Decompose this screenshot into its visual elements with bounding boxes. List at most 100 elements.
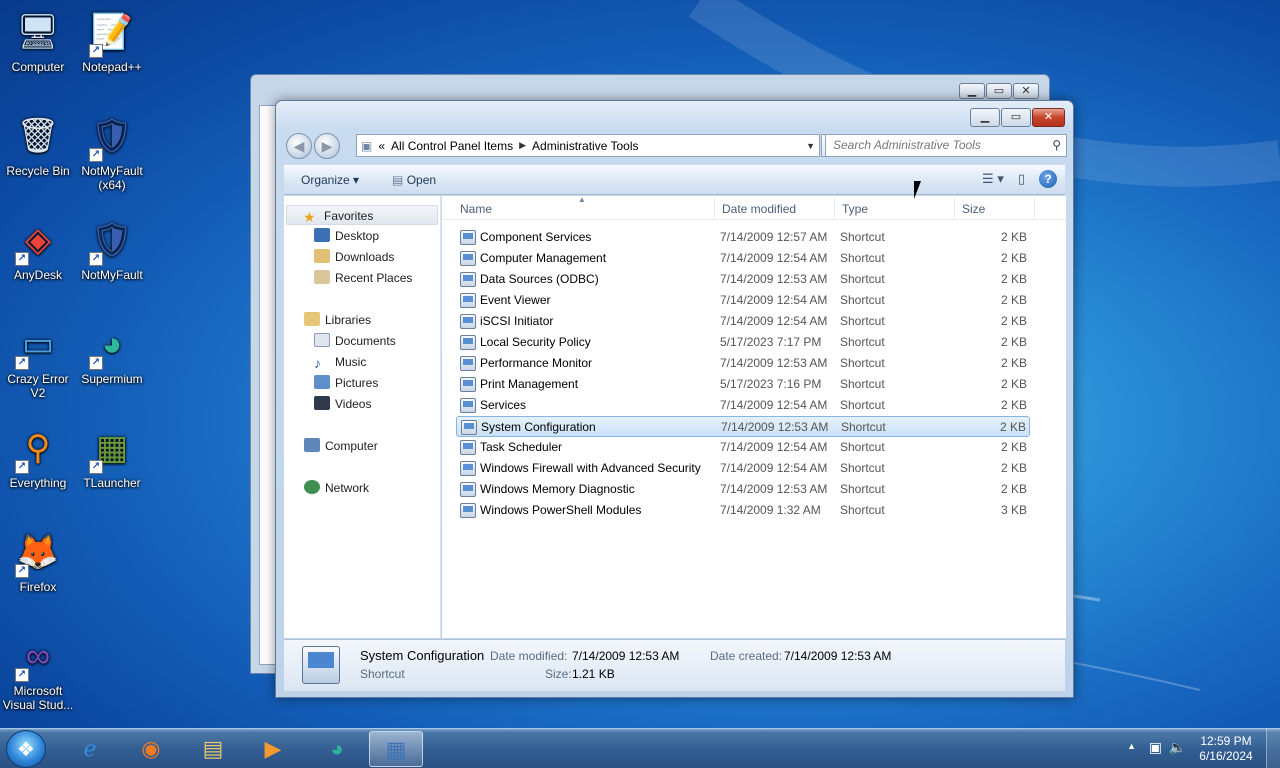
desktop-icon-computer[interactable]: 🖥 Computer xyxy=(0,8,76,74)
desktop-icon-notmyfault-x64[interactable]: 🛡 ↗ NotMyFault (x64) xyxy=(74,112,150,192)
start-button[interactable] xyxy=(6,730,46,768)
column-divider[interactable] xyxy=(954,198,955,218)
file-size: 2 KB xyxy=(1000,251,1027,265)
table-row[interactable]: Performance Monitor 7/14/2009 12:53 AM Sho… xyxy=(456,353,1030,374)
internet-explorer-icon[interactable]: ℯ xyxy=(63,731,117,767)
clock[interactable]: 12:59 PM 6/16/2024 xyxy=(1196,734,1256,764)
nav-libraries[interactable]: Libraries xyxy=(304,310,371,330)
file-type: Shortcut xyxy=(840,503,885,517)
desktop-icon-label: NotMyFault xyxy=(81,268,143,282)
recent-places-icon xyxy=(314,270,330,284)
libraries-icon xyxy=(304,312,320,326)
address-row: ◀ ▶ ▣ « All Control Panel Items ▶ Admini… xyxy=(284,133,1067,159)
search-input[interactable]: Search Administrative Tools ⚲ xyxy=(825,134,1067,157)
table-row[interactable]: System Configuration 7/14/2009 12:53 AM Sh… xyxy=(456,416,1030,437)
address-bar[interactable]: ▣ « All Control Panel Items ▶ Administra… xyxy=(356,134,820,157)
shortcut-image-icon: ⚲ ↗ xyxy=(13,424,63,474)
table-row[interactable]: Task Scheduler 7/14/2009 12:54 AM Shortcut… xyxy=(456,437,1030,458)
table-row[interactable]: Component Services 7/14/2009 12:57 AM Shor… xyxy=(456,227,1030,248)
address-dropdown-icon[interactable]: ▼ xyxy=(806,141,815,151)
minimize-button[interactable]: ▁ xyxy=(970,108,1000,127)
desktop-icon-recycle-bin[interactable]: 🗑 Recycle Bin xyxy=(0,112,76,178)
shortcut-arrow-icon: ↗ xyxy=(89,356,103,370)
column-divider[interactable] xyxy=(714,198,715,218)
preview-pane-icon[interactable]: ▯ xyxy=(1018,171,1025,187)
address-overflow-chevron[interactable]: « xyxy=(378,139,385,153)
table-row[interactable]: Computer Management 7/14/2009 12:54 AM Sho… xyxy=(456,248,1030,269)
desktop-icon-firefox[interactable]: 🦊 ↗ Firefox xyxy=(0,528,76,594)
desktop-icon-everything[interactable]: ⚲ ↗ Everything xyxy=(0,424,76,490)
computer-icon xyxy=(304,438,320,452)
back-button[interactable]: ◀ xyxy=(286,133,312,159)
desktop-icon-supermium[interactable]: ◕ ↗ Supermium xyxy=(74,320,150,386)
column-date-modified[interactable]: Date modified xyxy=(722,202,796,216)
firefox-icon[interactable]: ◉ xyxy=(124,731,178,767)
minimize-icon[interactable]: ▁ xyxy=(959,83,985,99)
network-tray-icon[interactable]: ▣ xyxy=(1149,739,1162,756)
sort-ascending-icon: ▲ xyxy=(578,195,586,204)
column-size[interactable]: Size xyxy=(962,202,985,216)
nav-documents[interactable]: Documents xyxy=(314,331,396,351)
forward-button[interactable]: ▶ xyxy=(314,133,340,159)
taskbar: ℯ ◉ ▤ ▶ ◕ ▦ ▲ ▣ 🔈 12:59 PM 6/16/2024 xyxy=(0,728,1280,768)
breadcrumb-control-panel[interactable]: All Control Panel Items xyxy=(391,139,513,153)
nav-downloads[interactable]: Downloads xyxy=(314,247,394,267)
file-name: iSCSI Initiator xyxy=(480,314,554,328)
search-icon[interactable]: ⚲ xyxy=(1052,135,1061,156)
table-row[interactable]: Local Security Policy 5/17/2023 7:17 PM Sh… xyxy=(456,332,1030,353)
control-panel-icon[interactable]: ▦ xyxy=(369,731,423,767)
show-desktop-button[interactable] xyxy=(1266,729,1280,768)
table-row[interactable]: Event Viewer 7/14/2009 12:54 AM Shortcut 2 … xyxy=(456,290,1030,311)
media-player-icon[interactable]: ▶ xyxy=(246,731,300,767)
nav-desktop[interactable]: Desktop xyxy=(314,226,379,246)
nav-network[interactable]: Network xyxy=(304,478,369,498)
table-row[interactable]: Data Sources (ODBC) 7/14/2009 12:53 AM Sho… xyxy=(456,269,1030,290)
details-size-label: Size: xyxy=(545,667,572,681)
help-icon[interactable]: ? xyxy=(1039,170,1057,188)
maximize-button[interactable]: ▭ xyxy=(1001,108,1031,127)
desktop-icon xyxy=(314,228,330,242)
file-date-modified: 5/17/2023 7:16 PM xyxy=(720,377,822,391)
desktop-icon-label: TLauncher xyxy=(83,476,141,490)
nav-videos[interactable]: Videos xyxy=(314,394,371,414)
table-row[interactable]: iSCSI Initiator 7/14/2009 12:54 AM Shortcu… xyxy=(456,311,1030,332)
column-name[interactable]: Name xyxy=(460,202,492,216)
breadcrumb-admin-tools[interactable]: Administrative Tools xyxy=(532,139,639,153)
table-row[interactable]: Windows PowerShell Modules 7/14/2009 1:32… xyxy=(456,500,1030,521)
change-view-icon[interactable]: ☰ ▾ xyxy=(982,171,1004,187)
close-button[interactable]: ✕ xyxy=(1032,108,1065,127)
file-size: 2 KB xyxy=(1000,398,1027,412)
column-type[interactable]: Type xyxy=(842,202,868,216)
nav-computer[interactable]: Computer xyxy=(304,436,378,456)
network-icon xyxy=(304,480,320,494)
nav-music[interactable]: ♪ Music xyxy=(314,352,366,372)
table-row[interactable]: Windows Memory Diagnostic 7/14/2009 12:53… xyxy=(456,479,1030,500)
supermium-icon[interactable]: ◕ xyxy=(310,731,364,767)
maximize-icon[interactable]: ▭ xyxy=(986,83,1012,99)
nav-pictures[interactable]: Pictures xyxy=(314,373,378,393)
mouse-cursor-icon xyxy=(914,181,928,199)
desktop-icon-notepad[interactable]: 📝 ↗ Notepad++ xyxy=(74,8,150,74)
organize-button[interactable]: Organize ▾ xyxy=(301,173,359,187)
desktop-icon-anydesk[interactable]: ◈ ↗ AnyDesk xyxy=(0,216,76,282)
desktop-icon-notmyfault[interactable]: 🛡 ↗ NotMyFault xyxy=(74,216,150,282)
table-row[interactable]: Print Management 5/17/2023 7:16 PM Shortcu… xyxy=(456,374,1030,395)
desktop-icon-tlauncher[interactable]: ▦ ↗ TLauncher xyxy=(74,424,150,490)
column-divider[interactable] xyxy=(834,198,835,218)
nav-recent-places[interactable]: Recent Places xyxy=(314,268,412,288)
nav-favorites[interactable]: ★ Favorites xyxy=(286,205,438,225)
column-divider[interactable] xyxy=(1034,198,1035,218)
table-row[interactable]: Services 7/14/2009 12:54 AM Shortcut 2 KB xyxy=(456,395,1030,416)
file-date-modified: 7/14/2009 12:53 AM xyxy=(721,420,829,434)
system-configuration-icon xyxy=(302,646,340,684)
shortcut-arrow-icon: ↗ xyxy=(15,668,29,682)
breadcrumb-separator-icon[interactable]: ▶ xyxy=(519,140,526,151)
desktop-icon-crazy-error-v2[interactable]: ▭ ↗ Crazy Error V2 xyxy=(0,320,76,400)
table-row[interactable]: Windows Firewall with Advanced Security 7… xyxy=(456,458,1030,479)
open-button[interactable]: ▤ Open xyxy=(392,173,436,187)
volume-muted-icon[interactable]: 🔈 xyxy=(1169,739,1186,756)
close-icon[interactable]: ✕ xyxy=(1013,83,1039,99)
desktop-icon-microsoft-visual-stud[interactable]: ∞ ↗ Microsoft Visual Stud... xyxy=(0,632,76,712)
file-explorer-icon[interactable]: ▤ xyxy=(186,731,240,767)
show-hidden-icons-icon[interactable]: ▲ xyxy=(1127,741,1136,751)
